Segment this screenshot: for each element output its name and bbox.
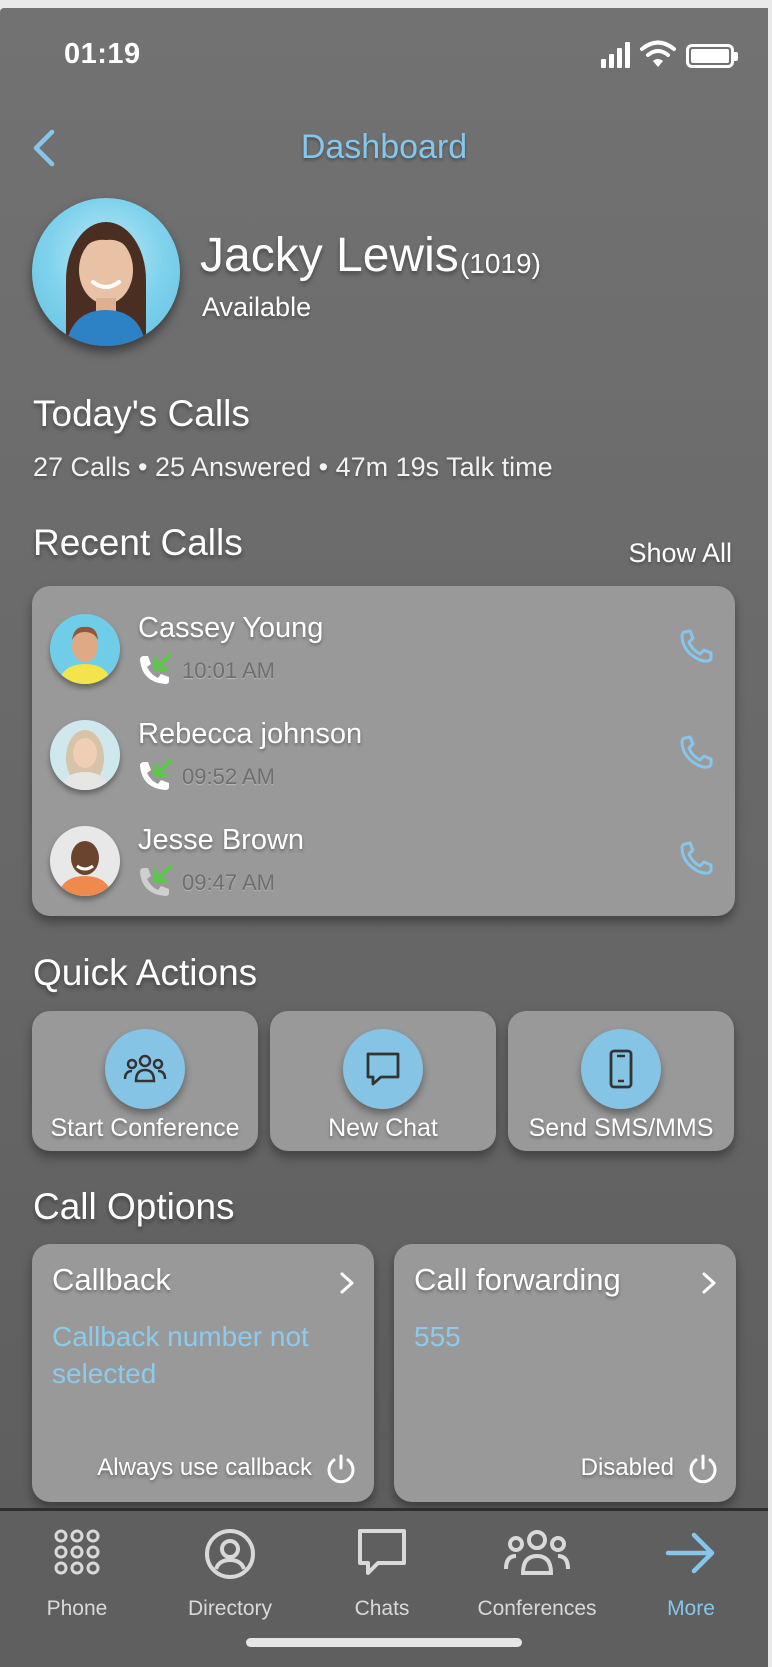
tab-more[interactable]: More [616,1521,766,1631]
avatar [50,826,120,896]
profile-status: Available [202,292,312,322]
phone-icon[interactable] [677,838,717,878]
home-indicator [246,1638,522,1647]
profile-extension: (1019) [460,248,541,279]
call-forwarding-card[interactable]: Call forwarding 555 Disabled [394,1244,736,1502]
group-icon [504,1530,570,1575]
call-time: 10:01 AM [182,658,275,683]
recent-calls-title: Recent Calls [33,522,243,563]
callback-card[interactable]: Callback Callback number not selected Al… [32,1244,374,1502]
signal-icon [601,42,630,68]
tab-phone[interactable]: Phone [2,1521,152,1631]
group-icon [105,1029,185,1109]
caller-name: Cassey Young [138,612,324,644]
avatar [50,614,120,684]
dashboard-screen: 01:19 Dashboard Jacky Lewis (1019) Avail… [0,8,768,1667]
callback-title: Callback [52,1262,171,1297]
show-all-link[interactable]: Show All [628,538,732,569]
chat-bubble-icon [358,1529,406,1575]
todays-calls-summary: 27 Calls • 25 Answered • 47m 19s Talk ti… [33,452,553,482]
quick-action-label: Send SMS/MMS [528,1114,714,1142]
tab-chats[interactable]: Chats [307,1521,457,1631]
recent-call-row[interactable]: Rebecca johnson 09:52 AM [32,692,735,798]
quick-actions-title: Quick Actions [33,952,258,993]
tab-label: Chats [354,1597,410,1620]
new-chat-button[interactable]: New Chat [270,1011,496,1151]
incoming-call-icon [140,759,172,790]
send-sms-button[interactable]: Send SMS/MMS [508,1011,734,1151]
start-conference-button[interactable]: Start Conference [32,1011,258,1151]
power-icon[interactable] [324,1452,358,1486]
chevron-right-icon [340,1272,354,1294]
incoming-call-icon [140,653,172,684]
call-options-title: Call Options [33,1186,235,1227]
callback-number: Callback number not selected [52,1321,309,1389]
recent-call-row[interactable]: Cassey Young 10:01 AM [32,586,735,692]
page-title: Dashboard [300,128,468,166]
tab-label: Phone [46,1597,108,1620]
avatar [50,720,120,790]
chat-bubble-icon [343,1029,423,1109]
arrow-right-icon [665,1532,715,1574]
phone-icon[interactable] [677,732,717,772]
tab-label: More [667,1597,715,1620]
call-time: 09:52 AM [182,764,275,789]
recent-calls-card: Cassey Young 10:01 AM Rebecca johnson 09… [32,586,735,916]
tab-conferences[interactable]: Conferences [462,1521,612,1631]
power-icon[interactable] [686,1452,720,1486]
phone-icon[interactable] [677,626,717,666]
chevron-right-icon [702,1272,716,1294]
mobile-phone-icon [581,1029,661,1109]
caller-name: Rebecca johnson [138,718,363,750]
tab-label: Directory [187,1597,272,1620]
tab-label: Conferences [477,1597,597,1620]
dialpad-icon [54,1529,100,1575]
status-icons [601,40,738,68]
status-time: 01:19 [64,38,141,70]
callback-footer: Always use callback [97,1454,312,1481]
todays-calls-title: Today's Calls [33,393,250,434]
quick-action-label: Start Conference [50,1114,240,1142]
call-forwarding-footer: Disabled [580,1454,674,1481]
call-forwarding-number: 555 [414,1321,461,1352]
profile-name: Jacky Lewis [200,229,459,282]
recent-call-row[interactable]: Jesse Brown 09:47 AM [32,798,735,904]
person-circle-icon [205,1529,255,1579]
wifi-icon [640,40,676,67]
tab-directory[interactable]: Directory [155,1521,305,1631]
battery-icon [686,44,738,68]
quick-action-label: New Chat [328,1114,438,1142]
incoming-call-icon [140,865,172,896]
call-forwarding-title: Call forwarding [414,1262,621,1297]
caller-name: Jesse Brown [138,824,305,856]
call-time: 09:47 AM [182,870,275,895]
avatar [32,198,180,346]
